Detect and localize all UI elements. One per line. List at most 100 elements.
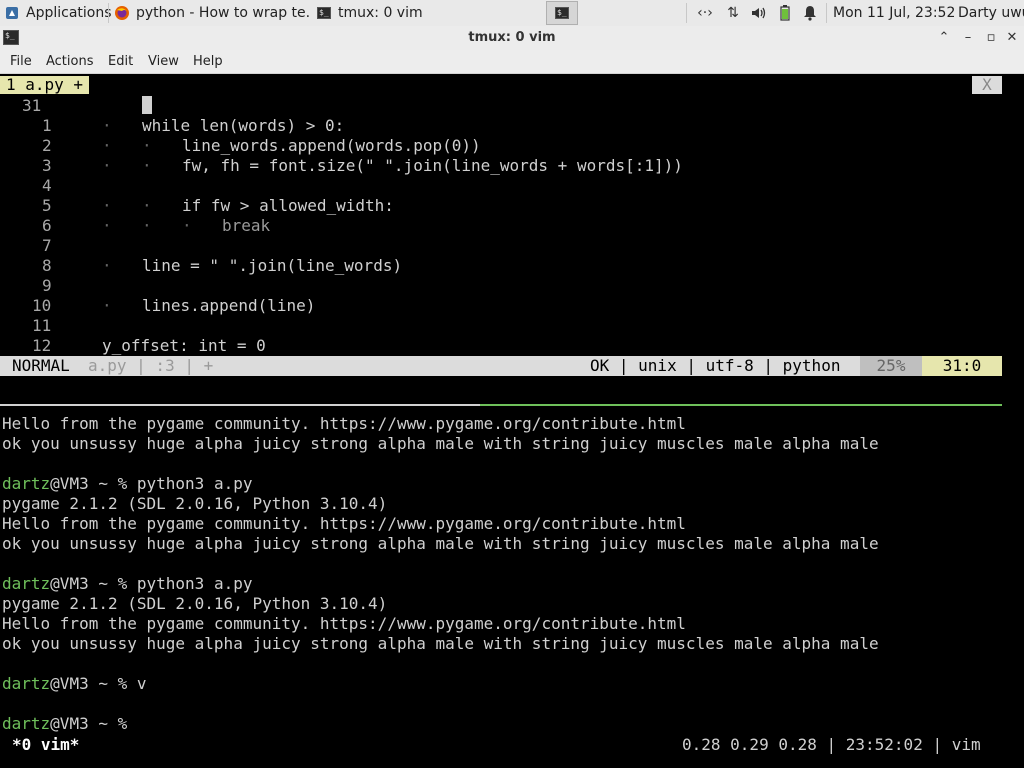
indent-guide: · xyxy=(142,156,152,175)
shell-output-line: pygame 2.1.2 (SDL 2.0.16, Python 3.10.4) xyxy=(2,594,388,613)
text-cursor xyxy=(142,96,152,114)
maximize-window-icon[interactable]: ▫ xyxy=(981,28,1001,48)
vim-tab-close[interactable]: X xyxy=(972,76,1002,94)
indent-guide: · xyxy=(182,216,192,235)
shell-output-line: pygame 2.1.2 (SDL 2.0.16, Python 3.10.4) xyxy=(2,494,388,513)
line-number: 5 xyxy=(42,196,52,215)
taskbar-item-firefox[interactable]: python - How to wrap te... xyxy=(114,1,310,25)
window-titlebar[interactable]: $_ tmux: 0 vim ⌃ – ▫ ✕ xyxy=(0,26,1024,51)
line-number: 7 xyxy=(42,236,52,255)
terminal-icon: $_ xyxy=(316,5,332,21)
vim-statusline: NORMAL a.py | :3 | + OK | unix | utf-8 |… xyxy=(0,356,1002,376)
shell-prompt-line: dartz@VM3 ~ % xyxy=(2,714,137,734)
shell-command: v xyxy=(136,674,147,693)
menu-help[interactable]: Help xyxy=(193,50,223,73)
prompt-user: dartz xyxy=(2,714,51,733)
shell-command: python3 a.py xyxy=(136,474,253,493)
vim-percent: 25% xyxy=(860,356,922,376)
prompt-user: dartz xyxy=(2,474,51,493)
close-window-icon[interactable]: ✕ xyxy=(1002,28,1022,48)
shell-output-line: Hello from the pygame community. https:/… xyxy=(2,414,686,433)
shell-output-line: Hello from the pygame community. https:/… xyxy=(2,514,686,533)
line-number: 11 xyxy=(32,316,52,335)
code-line: lines.append(line) xyxy=(142,296,316,315)
user-menu[interactable]: Darty uwu xyxy=(958,1,1024,25)
line-number: 9 xyxy=(42,276,52,295)
top-panel: Applications python - How to wrap te... … xyxy=(0,0,1024,27)
code-line: if fw > allowed_width: xyxy=(182,196,394,215)
code-line: line_words.append(words.pop(0)) xyxy=(182,136,481,155)
indent-guide: · xyxy=(102,116,112,135)
line-number: 4 xyxy=(42,176,52,195)
minimize-window-icon[interactable]: – xyxy=(958,28,978,48)
indent-guide: · xyxy=(142,136,152,155)
shell-output-line: ok you unsussy huge alpha juicy strong a… xyxy=(2,634,879,653)
code-line: fw, fh = font.size(" ".join(line_words +… xyxy=(182,156,683,175)
prompt-host: @VM3 ~ % xyxy=(50,674,137,693)
menu-file[interactable]: File xyxy=(10,50,32,73)
battery-icon[interactable] xyxy=(776,4,794,22)
line-number: 1 xyxy=(42,116,52,135)
network-arrows-icon[interactable]: ‹·› xyxy=(694,4,716,22)
vim-file-info: a.py | :3 | + xyxy=(88,356,214,376)
code-line: line = " ".join(line_words) xyxy=(142,256,403,275)
firefox-icon xyxy=(114,5,130,21)
vim-file-format: OK | unix | utf-8 | python xyxy=(590,356,841,375)
taskbar-item-terminal[interactable]: $_ tmux: 0 vim xyxy=(316,1,506,25)
indent-guide: · xyxy=(102,156,112,175)
tmux-status-bar: *0 vim* 0.28 0.29 0.28 | 23:52:02 | vim xyxy=(0,734,1024,756)
indent-guide: · xyxy=(102,196,112,215)
applications-label: Applications xyxy=(26,5,112,21)
prompt-host: @VM3 ~ % xyxy=(50,474,137,493)
tmux-window[interactable]: *0 vim* xyxy=(12,734,79,756)
indent-guide: · xyxy=(102,256,112,275)
shell-prompt-line: dartz@VM3 ~ % v xyxy=(2,674,147,694)
shell-prompt-line: dartz@VM3 ~ % python3 a.py xyxy=(2,474,252,494)
menubar: File Actions Edit View Help xyxy=(0,50,1024,74)
line-number: 8 xyxy=(42,256,52,275)
indent-guide: · xyxy=(102,136,112,155)
shell-output-line: ok you unsussy huge alpha juicy strong a… xyxy=(2,434,879,453)
applications-menu[interactable]: Applications xyxy=(4,1,112,25)
shell-output-line: ok you unsussy huge alpha juicy strong a… xyxy=(2,534,879,553)
terminal-icon: $_ xyxy=(555,7,569,19)
terminal-area[interactable]: 1 a.py + X 31 1 · while len(words) > 0: 2 · ·… xyxy=(0,74,1024,768)
menu-actions[interactable]: Actions xyxy=(46,50,94,73)
notification-bell-icon[interactable] xyxy=(800,4,820,22)
code-line: y_offset: int = 0 xyxy=(102,336,266,355)
panel-separator xyxy=(686,3,687,23)
vim-tab[interactable]: 1 a.py + xyxy=(0,76,90,94)
prompt-host: @VM3 ~ % xyxy=(50,714,137,733)
shell-output-line: Hello from the pygame community. https:/… xyxy=(2,614,686,633)
prompt-user: dartz xyxy=(2,574,51,593)
prompt-user: dartz xyxy=(2,674,51,693)
indent-guide: · xyxy=(142,196,152,215)
current-line-number: 31 xyxy=(22,96,42,115)
shade-window-icon[interactable]: ⌃ xyxy=(934,28,954,48)
applications-icon xyxy=(4,5,20,21)
volume-icon[interactable] xyxy=(748,4,770,22)
vim-mode: NORMAL xyxy=(0,356,82,376)
panel-separator xyxy=(108,3,109,23)
line-number: 2 xyxy=(42,136,52,155)
panel-separator xyxy=(826,3,827,23)
network-transfer-icon[interactable]: ⇅ xyxy=(722,4,744,22)
vim-cursor-position: 31:0 xyxy=(922,356,1002,376)
shell-command: python3 a.py xyxy=(136,574,253,593)
line-number: 3 xyxy=(42,156,52,175)
clock[interactable]: Mon 11 Jul, 23:52 xyxy=(833,1,955,25)
line-number: 12 xyxy=(32,336,52,355)
code-line: while len(words) > 0: xyxy=(142,116,345,135)
window-title: tmux: 0 vim xyxy=(468,30,556,45)
menu-view[interactable]: View xyxy=(148,50,179,73)
indent-guide: · xyxy=(102,296,112,315)
workspace-switcher[interactable]: $_ xyxy=(546,1,578,25)
prompt-host: @VM3 ~ % xyxy=(50,574,137,593)
indent-guide: · xyxy=(142,216,152,235)
menu-edit[interactable]: Edit xyxy=(108,50,133,73)
tmux-pane-divider[interactable] xyxy=(0,404,1002,406)
line-number: 10 xyxy=(32,296,52,315)
indent-guide: · xyxy=(102,216,112,235)
taskbar-item-label: python - How to wrap te... xyxy=(136,5,310,21)
code-line: break xyxy=(222,216,271,235)
